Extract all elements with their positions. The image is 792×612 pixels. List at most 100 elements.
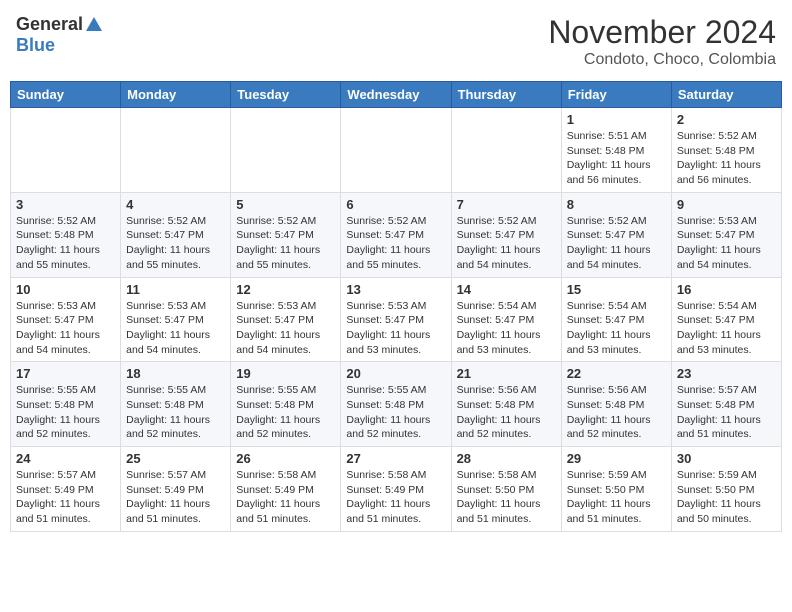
calendar-cell: 19 Sunrise: 5:55 AMSunset: 5:48 PMDayligh… — [231, 362, 341, 447]
day-number: 15 — [567, 282, 666, 297]
day-info: Sunrise: 5:54 AMSunset: 5:47 PMDaylight:… — [567, 299, 666, 358]
calendar-week-1: 1 Sunrise: 5:51 AMSunset: 5:48 PMDaylight… — [11, 108, 782, 193]
day-number: 7 — [457, 197, 556, 212]
day-info: Sunrise: 5:59 AMSunset: 5:50 PMDaylight:… — [677, 468, 776, 527]
day-info: Sunrise: 5:53 AMSunset: 5:47 PMDaylight:… — [126, 299, 225, 358]
day-info: Sunrise: 5:58 AMSunset: 5:49 PMDaylight:… — [346, 468, 445, 527]
day-info: Sunrise: 5:58 AMSunset: 5:50 PMDaylight:… — [457, 468, 556, 527]
calendar-cell: 23 Sunrise: 5:57 AMSunset: 5:48 PMDayligh… — [671, 362, 781, 447]
day-number: 22 — [567, 366, 666, 381]
day-info: Sunrise: 5:55 AMSunset: 5:48 PMDaylight:… — [126, 383, 225, 442]
calendar-cell: 7 Sunrise: 5:52 AMSunset: 5:47 PMDaylight… — [451, 192, 561, 277]
calendar-cell: 1 Sunrise: 5:51 AMSunset: 5:48 PMDaylight… — [561, 108, 671, 193]
day-number: 19 — [236, 366, 335, 381]
calendar-cell: 14Sunrise: 5:54 AMSunset: 5:47 PMDayligh… — [451, 277, 561, 362]
day-number: 11 — [126, 282, 225, 297]
title-block: November 2024 Condoto, Choco, Colombia — [548, 14, 776, 69]
calendar-cell: 12 Sunrise: 5:53 AMSunset: 5:47 PMDayligh… — [231, 277, 341, 362]
calendar-table: SundayMondayTuesdayWednesdayThursdayFrid… — [10, 81, 782, 532]
day-number: 5 — [236, 197, 335, 212]
day-info: Sunrise: 5:52 AMSunset: 5:47 PMDaylight:… — [126, 214, 225, 273]
calendar-cell — [341, 108, 451, 193]
day-info: Sunrise: 5:52 AMSunset: 5:47 PMDaylight:… — [567, 214, 666, 273]
calendar-cell: 4 Sunrise: 5:52 AMSunset: 5:47 PMDaylight… — [121, 192, 231, 277]
logo: General Blue — [16, 14, 102, 56]
calendar-title: November 2024 — [548, 14, 776, 51]
calendar-cell: 25Sunrise: 5:57 AMSunset: 5:49 PMDayligh… — [121, 447, 231, 532]
calendar-cell: 27 Sunrise: 5:58 AMSunset: 5:49 PMDayligh… — [341, 447, 451, 532]
calendar-cell: 21Sunrise: 5:56 AMSunset: 5:48 PMDayligh… — [451, 362, 561, 447]
calendar-cell: 11 Sunrise: 5:53 AMSunset: 5:47 PMDayligh… — [121, 277, 231, 362]
day-number: 20 — [346, 366, 445, 381]
day-number: 21 — [457, 366, 556, 381]
day-number: 29 — [567, 451, 666, 466]
day-info: Sunrise: 5:53 AMSunset: 5:47 PMDaylight:… — [346, 299, 445, 358]
calendar-cell: 18 Sunrise: 5:55 AMSunset: 5:48 PMDayligh… — [121, 362, 231, 447]
day-header-friday: Friday — [561, 82, 671, 108]
day-info: Sunrise: 5:53 AMSunset: 5:47 PMDaylight:… — [236, 299, 335, 358]
calendar-cell: 5 Sunrise: 5:52 AMSunset: 5:47 PMDaylight… — [231, 192, 341, 277]
calendar-cell: 17Sunrise: 5:55 AMSunset: 5:48 PMDayligh… — [11, 362, 121, 447]
day-number: 13 — [346, 282, 445, 297]
day-info: Sunrise: 5:55 AMSunset: 5:48 PMDaylight:… — [16, 383, 115, 442]
day-number: 3 — [16, 197, 115, 212]
day-info: Sunrise: 5:57 AMSunset: 5:48 PMDaylight:… — [677, 383, 776, 442]
day-info: Sunrise: 5:55 AMSunset: 5:48 PMDaylight:… — [346, 383, 445, 442]
day-number: 6 — [346, 197, 445, 212]
calendar-week-4: 17Sunrise: 5:55 AMSunset: 5:48 PMDayligh… — [11, 362, 782, 447]
day-header-saturday: Saturday — [671, 82, 781, 108]
day-number: 30 — [677, 451, 776, 466]
day-info: Sunrise: 5:54 AMSunset: 5:47 PMDaylight:… — [677, 299, 776, 358]
calendar-week-5: 24 Sunrise: 5:57 AMSunset: 5:49 PMDayligh… — [11, 447, 782, 532]
logo-general-text: General — [16, 14, 83, 35]
day-info: Sunrise: 5:57 AMSunset: 5:49 PMDaylight:… — [126, 468, 225, 527]
calendar-cell: 29 Sunrise: 5:59 AMSunset: 5:50 PMDayligh… — [561, 447, 671, 532]
day-number: 23 — [677, 366, 776, 381]
day-info: Sunrise: 5:59 AMSunset: 5:50 PMDaylight:… — [567, 468, 666, 527]
day-number: 16 — [677, 282, 776, 297]
calendar-cell — [121, 108, 231, 193]
day-header-monday: Monday — [121, 82, 231, 108]
day-info: Sunrise: 5:52 AMSunset: 5:47 PMDaylight:… — [236, 214, 335, 273]
day-number: 1 — [567, 112, 666, 127]
calendar-cell: 9 Sunrise: 5:53 AMSunset: 5:47 PMDaylight… — [671, 192, 781, 277]
header: General Blue November 2024 Condoto, Choc… — [10, 10, 782, 73]
day-number: 24 — [16, 451, 115, 466]
calendar-cell — [451, 108, 561, 193]
day-number: 4 — [126, 197, 225, 212]
calendar-cell: 13 Sunrise: 5:53 AMSunset: 5:47 PMDayligh… — [341, 277, 451, 362]
day-info: Sunrise: 5:53 AMSunset: 5:47 PMDaylight:… — [677, 214, 776, 273]
day-info: Sunrise: 5:56 AMSunset: 5:48 PMDaylight:… — [567, 383, 666, 442]
day-number: 26 — [236, 451, 335, 466]
day-number: 8 — [567, 197, 666, 212]
day-number: 12 — [236, 282, 335, 297]
day-number: 27 — [346, 451, 445, 466]
calendar-cell: 2Sunrise: 5:52 AMSunset: 5:48 PMDaylight… — [671, 108, 781, 193]
calendar-cell — [231, 108, 341, 193]
calendar-cell: 6 Sunrise: 5:52 AMSunset: 5:47 PMDaylight… — [341, 192, 451, 277]
day-number: 10 — [16, 282, 115, 297]
calendar-cell: 10 Sunrise: 5:53 AMSunset: 5:47 PMDayligh… — [11, 277, 121, 362]
calendar-cell: 30 Sunrise: 5:59 AMSunset: 5:50 PMDayligh… — [671, 447, 781, 532]
day-number: 2 — [677, 112, 776, 127]
calendar-cell: 15 Sunrise: 5:54 AMSunset: 5:47 PMDayligh… — [561, 277, 671, 362]
calendar-cell: 8 Sunrise: 5:52 AMSunset: 5:47 PMDaylight… — [561, 192, 671, 277]
calendar-cell: 3Sunrise: 5:52 AMSunset: 5:48 PMDaylight… — [11, 192, 121, 277]
logo-blue-text: Blue — [16, 35, 55, 56]
day-header-tuesday: Tuesday — [231, 82, 341, 108]
calendar-cell: 26Sunrise: 5:58 AMSunset: 5:49 PMDayligh… — [231, 447, 341, 532]
day-number: 28 — [457, 451, 556, 466]
day-info: Sunrise: 5:55 AMSunset: 5:48 PMDaylight:… — [236, 383, 335, 442]
day-number: 18 — [126, 366, 225, 381]
calendar-cell: 20 Sunrise: 5:55 AMSunset: 5:48 PMDayligh… — [341, 362, 451, 447]
day-info: Sunrise: 5:53 AMSunset: 5:47 PMDaylight:… — [16, 299, 115, 358]
day-number: 14 — [457, 282, 556, 297]
day-info: Sunrise: 5:52 AMSunset: 5:47 PMDaylight:… — [457, 214, 556, 273]
calendar-cell: 16 Sunrise: 5:54 AMSunset: 5:47 PMDayligh… — [671, 277, 781, 362]
calendar-cell — [11, 108, 121, 193]
day-number: 9 — [677, 197, 776, 212]
day-info: Sunrise: 5:57 AMSunset: 5:49 PMDaylight:… — [16, 468, 115, 527]
day-info: Sunrise: 5:52 AMSunset: 5:47 PMDaylight:… — [346, 214, 445, 273]
day-info: Sunrise: 5:51 AMSunset: 5:48 PMDaylight:… — [567, 129, 666, 188]
calendar-header-row: SundayMondayTuesdayWednesdayThursdayFrid… — [11, 82, 782, 108]
